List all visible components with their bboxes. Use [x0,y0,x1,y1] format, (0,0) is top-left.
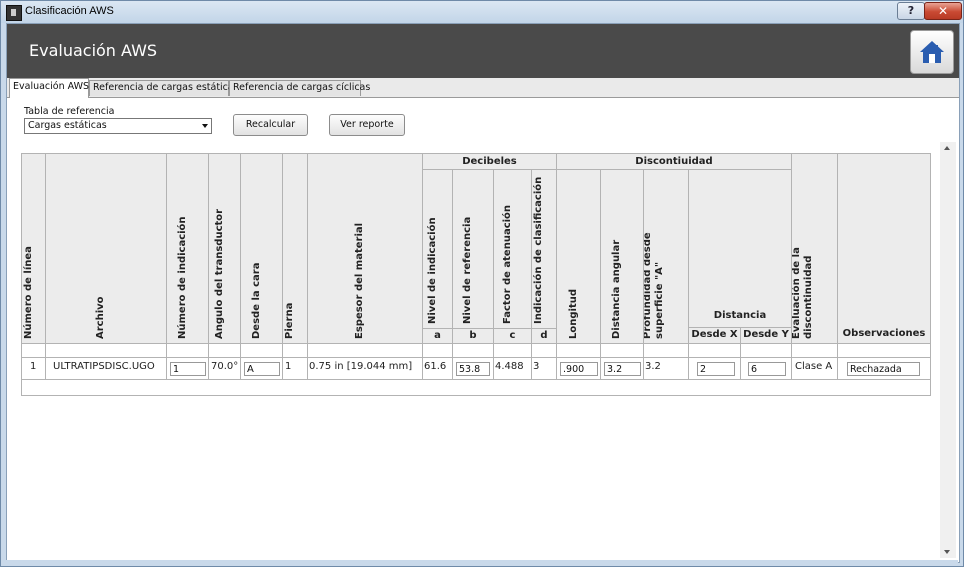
filter-cell[interactable] [643,343,689,358]
length-input[interactable]: .900 [560,362,598,376]
sub-label-c: c [493,328,532,344]
filter-cell[interactable] [556,343,601,358]
sub-label-a: a [422,328,453,344]
header-file: Archivo [45,153,167,344]
header-from-x: Desde X [688,327,741,344]
header-indication-number: Número de indicación [166,153,209,344]
filter-cell[interactable] [837,343,931,358]
filter-cell[interactable] [791,343,838,358]
table-row-cell: 0.75 in [19.044 mm] [307,357,423,380]
header-reference-level: Nivel de referencia [452,169,494,329]
filter-cell[interactable] [600,343,644,358]
table-row-cell: 4.488 [493,357,532,380]
empty-row[interactable] [21,379,931,396]
reference-table-label: Tabla de referencia [24,106,115,117]
tab-cargas-estaticas[interactable]: Referencia de cargas estáticas [89,80,239,96]
filter-cell[interactable] [688,343,741,358]
indication-number-input[interactable]: 1 [170,362,206,376]
header-from-y: Desde Y [740,327,792,344]
home-icon [920,41,944,63]
tab-evaluacion-aws[interactable]: Evaluación AWS [9,78,89,98]
home-button[interactable] [910,30,954,74]
header-depth-from-surface: Profundidad desde superficie "A" [643,169,689,344]
header-leg: Pierna [282,153,308,344]
header-indication-level: Nivel de indicación [422,169,453,329]
chevron-down-icon [202,124,208,128]
header-length: Longitud [556,169,601,344]
from-x-input[interactable]: 2 [697,362,735,376]
page-title: Evaluación AWS [29,41,158,60]
scroll-down-icon[interactable] [944,550,950,554]
header-observations: Observaciones [837,153,931,344]
filter-cell[interactable] [282,343,308,358]
header-group-decibels: Decibeles [422,153,557,170]
app-icon [6,5,22,21]
filter-cell[interactable] [240,343,283,358]
table-row-cell: 1 [21,357,46,380]
header-from-face: Desde la cara [240,153,283,344]
scroll-up-icon[interactable] [944,146,950,150]
vertical-scrollbar[interactable] [940,142,956,558]
header-transducer-angle: Angulo del transductor [208,153,241,344]
recalculate-button[interactable]: Recalcular [233,114,308,136]
filter-cell[interactable] [166,343,209,358]
header-line-number: Número de línea [21,153,46,344]
header-discontinuity-eval: Evaluación de la discontinuidad [791,153,838,344]
filter-cell[interactable] [493,343,532,358]
table-row-cell[interactable]: 2 [688,357,741,380]
filter-cell[interactable] [208,343,241,358]
table-row-cell[interactable]: 1 [166,357,209,380]
reference-level-input[interactable]: 53.8 [456,362,490,376]
table-row-cell: ULTRATIPSDISC.UGO [45,357,167,380]
filter-cell[interactable] [452,343,494,358]
filter-cell[interactable] [422,343,453,358]
tab-strip: Evaluación AWS Referencia de cargas está… [7,78,959,98]
table-row-cell: 3 [531,357,557,380]
sub-label-d: d [531,328,557,344]
table-row-cell: 70.0° [208,357,241,380]
angular-distance-input[interactable]: 3.2 [604,362,641,376]
filter-cell[interactable] [740,343,792,358]
header-band: Evaluación AWS [7,24,959,78]
from-face-input[interactable]: A [244,362,280,376]
table-row-cell: 3.2 [643,357,689,380]
table-row-cell[interactable]: A [240,357,283,380]
sub-label-b: b [452,328,494,344]
filter-cell[interactable] [531,343,557,358]
close-button[interactable]: ✕ [924,2,962,20]
header-attenuation-factor: Factor de atenuación [493,169,532,329]
app-window: Clasificación AWS ? ✕ Evaluación AWS Eva… [0,0,964,567]
table-row-cell[interactable]: Rechazada [837,357,931,380]
tab-cargas-ciclicas[interactable]: Referencia de cargas cíclicas [229,80,370,96]
filter-cell[interactable] [307,343,423,358]
report-button[interactable]: Ver reporte [329,114,405,136]
header-angular-distance: Distancia angular [600,169,644,344]
table-row-cell: Clase A [791,357,838,380]
filter-cell[interactable] [21,343,46,358]
table-row-cell[interactable]: 6 [740,357,792,380]
header-thickness: Espesor del material [307,153,423,344]
header-group-distance: Distancia [688,169,792,328]
table-row-cell[interactable]: .900 [556,357,601,380]
help-button[interactable]: ? [897,2,925,20]
table-row-cell[interactable]: 53.8 [452,357,494,380]
from-y-input[interactable]: 6 [748,362,786,376]
header-classification-indication: Indicación de clasificación [531,169,557,329]
table-row-cell[interactable]: 3.2 [600,357,644,380]
table-row-cell: 61.6 [422,357,453,380]
reference-table-select[interactable]: Cargas estáticas [24,118,212,134]
observations-input[interactable]: Rechazada [847,362,920,376]
results-grid: Número de línea Archivo Número de indica… [21,153,931,396]
reference-table-value: Cargas estáticas [28,120,107,131]
filter-cell[interactable] [45,343,167,358]
table-row-cell: 1 [282,357,308,380]
window-bottom-border [6,560,958,566]
client-area: Evaluación AWS Evaluación AWS Referencia… [6,23,960,563]
header-group-discontinuity: Discontiuidad [556,153,792,170]
title-bar[interactable]: Clasificación AWS ? ✕ [1,1,963,23]
window-title: Clasificación AWS [25,5,114,17]
